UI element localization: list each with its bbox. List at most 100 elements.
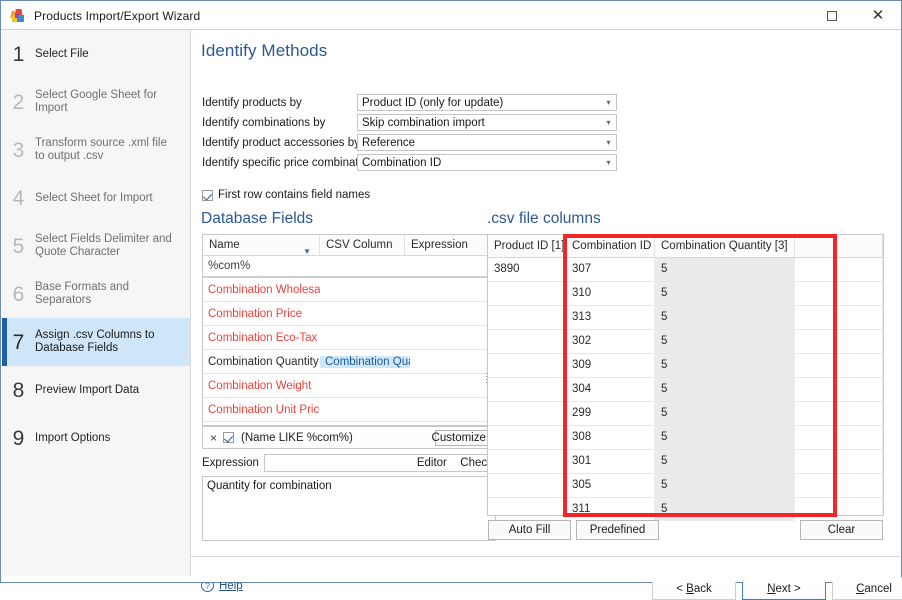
cell-combination-id: 301 [566,450,655,473]
database-fields-filter-row[interactable]: %com% [203,256,495,278]
identify-combinations-by-value: Skip combination import [362,116,485,129]
maximize-icon [827,10,837,21]
cell-combination-id: 307 [566,258,655,281]
identify-accessories-by-value: Reference [362,136,416,149]
cell-combination-id: 310 [566,282,655,305]
identify-products-by-select[interactable]: Product ID (only for update) ▾ [357,94,617,111]
identify-specific-price-select[interactable]: Combination ID ▾ [357,154,617,171]
step-number: 1 [12,42,25,66]
cell-combination-id: 302 [566,330,655,353]
csv-column-header-combination-id[interactable]: Combination ID [2] [566,235,655,257]
window-bottom-strip [1,576,901,582]
identify-products-by-value: Product ID (only for update) [362,96,504,109]
database-fields-grid: Name ▼ CSV Column Expression %com% Combi… [202,234,496,426]
table-row[interactable]: 304 5 [488,378,883,402]
cell-product-id [488,450,566,473]
field-name: Combination Wholesale [208,283,320,296]
identify-products-by-label: Identify products by [202,96,302,109]
customize-filter-button[interactable]: Customize... [432,430,495,446]
table-row[interactable]: 310 5 [488,282,883,306]
sidebar-item-select-file[interactable]: 1 Select File [2,30,190,78]
identify-combinations-by-select[interactable]: Skip combination import ▾ [357,114,617,131]
table-row[interactable]: 301 5 [488,450,883,474]
cell-combination-quantity: 5 [655,378,795,401]
table-row[interactable]: 308 5 [488,426,883,450]
sidebar-item-assign-csv-columns[interactable]: 7 Assign .csv Columns to Database Fields [2,318,190,366]
sidebar-item-transform-xml[interactable]: 3 Transform source .xml file to output .… [2,126,190,174]
field-csv-column[interactable]: Combination Quantit [320,355,410,368]
close-filter-icon[interactable]: × [210,432,217,444]
identify-products-by-row: Identify products by [202,94,302,111]
table-row[interactable]: 305 5 [488,474,883,498]
maximize-button[interactable] [809,1,855,30]
csv-column-header-empty [795,235,883,257]
sidebar-item-preview-import-data[interactable]: 8 Preview Import Data [2,366,190,414]
chevron-down-icon: ▾ [606,98,611,107]
table-row[interactable]: 3890 307 5 [488,258,883,282]
close-button[interactable]: ✕ [855,1,901,30]
wizard-window: Products Import/Export Wizard ✕ 1 Select… [0,0,902,600]
step-label: Select Sheet for Import [35,191,153,204]
sidebar-item-select-google-sheet[interactable]: 2 Select Google Sheet for Import [2,78,190,126]
step-number: 9 [12,426,25,450]
table-row[interactable]: 309 5 [488,354,883,378]
filter-cell-expression[interactable] [405,255,495,277]
field-name: Combination Weight [208,379,312,392]
cell-product-id [488,306,566,329]
step-label: Preview Import Data [35,383,140,396]
step-number: 5 [12,234,25,258]
csv-column-header-combination-quantity[interactable]: Combination Quantity [3] [655,235,795,257]
sidebar-item-delimiter-quote[interactable]: 5 Select Fields Delimiter and Quote Char… [2,222,190,270]
filter-enabled-checkbox[interactable] [223,432,235,443]
close-icon: ✕ [871,6,885,24]
csv-columns-grid: Product ID [1] Combination ID [2] Combin… [487,234,884,521]
filter-cell-name[interactable]: %com% [203,255,320,277]
cell-combination-quantity: 5 [655,258,795,281]
expression-input[interactable]: Check Editor [263,454,501,472]
table-row[interactable]: 311 5 [488,498,883,522]
cell-combination-quantity: 5 [655,474,795,497]
sidebar-item-select-sheet[interactable]: 4 Select Sheet for Import [2,174,190,222]
chevron-down-icon: ▾ [606,118,611,127]
csv-column-header-product-id[interactable]: Product ID [1] [488,235,566,257]
cell-combination-id: 311 [566,498,655,521]
clear-button[interactable]: Clear [800,520,883,540]
chevron-down-icon: ▾ [606,158,611,167]
expression-editor-link[interactable]: Editor [417,457,447,469]
column-header-name[interactable]: Name ▼ [203,234,320,256]
table-row-selected[interactable]: Combination Quantity Combination Quantit [203,350,495,374]
sidebar-item-base-formats[interactable]: 6 Base Formats and Separators [2,270,190,318]
table-row[interactable]: Combination Unit Price [203,398,495,422]
table-row[interactable]: 313 5 [488,306,883,330]
table-row[interactable]: 302 5 [488,330,883,354]
cell-empty [795,378,883,401]
table-row[interactable]: 299 5 [488,402,883,426]
app-butterfly-icon [10,8,26,24]
step-label: Select Google Sheet for Import [35,89,158,114]
table-row[interactable]: Combination Price [203,302,495,326]
filter-sort-icon[interactable]: ▼ [303,241,311,256]
table-row[interactable]: Combination Wholesale [203,278,495,302]
filter-cell-csv[interactable] [320,255,405,277]
field-description-memo[interactable]: Quantity for combination [202,476,496,541]
sidebar-item-import-options[interactable]: 9 Import Options [2,414,190,462]
first-row-field-names-checkbox[interactable]: First row contains field names [202,189,370,201]
identify-accessories-by-select[interactable]: Reference ▾ [357,134,617,151]
predefined-button[interactable]: Predefined [576,520,659,540]
field-name: Combination Price [208,307,302,320]
step-label: Base Formats and Separators [35,281,129,306]
column-header-expression[interactable]: Expression [405,235,495,256]
cell-empty [795,498,883,521]
table-row[interactable]: Combination Weight [203,374,495,398]
cell-product-id [488,498,566,521]
column-header-csv-column[interactable]: CSV Column [320,234,405,256]
cell-combination-id: 308 [566,426,655,449]
table-row[interactable]: Combination Eco-Tax [203,326,495,350]
cell-empty [795,426,883,449]
cell-product-id [488,378,566,401]
identify-combinations-by-row: Identify combinations by [202,114,325,131]
cell-empty [795,306,883,329]
cell-combination-quantity: 5 [655,330,795,353]
cell-empty [795,354,883,377]
auto-fill-button[interactable]: Auto Fill [488,520,571,540]
